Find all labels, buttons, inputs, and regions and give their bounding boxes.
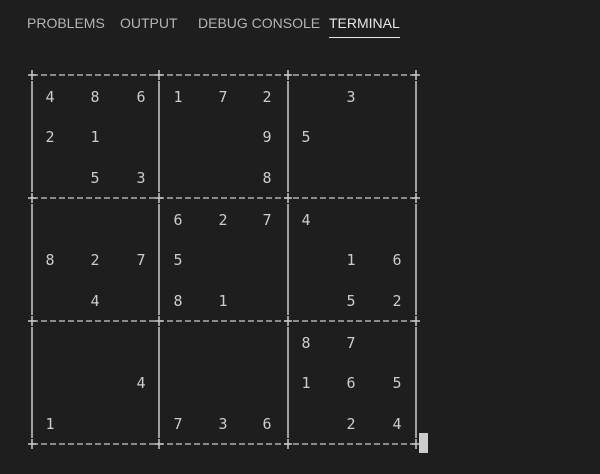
sudoku-cell: 1	[90, 128, 100, 146]
panel-tab-bar: PROBLEMS OUTPUT DEBUG CONSOLE TERMINAL	[0, 0, 600, 44]
sudoku-cell: 6	[262, 415, 272, 433]
sudoku-cell: 3	[136, 169, 146, 187]
tab-output[interactable]: OUTPUT	[120, 14, 178, 36]
sudoku-cell: 2	[45, 128, 55, 146]
sudoku-cell: 4	[136, 374, 146, 392]
sudoku-cell: 2	[346, 415, 356, 433]
sudoku-cell: 5	[301, 128, 311, 146]
sudoku-cell: 1	[45, 415, 55, 433]
terminal-output[interactable]: 4 8 6 1 7 2 3 2 1 9 5 5 3 8 6 2 7 4 8 2 7 5 1 6 4 8 1 5 2 8 7 4 1 6 5 1 7 3 6 2…	[28, 60, 428, 460]
sudoku-cell: 7	[136, 251, 146, 269]
tab-terminal[interactable]: TERMINAL	[329, 14, 400, 38]
sudoku-cell: 9	[262, 128, 272, 146]
tab-label: PROBLEMS	[27, 15, 105, 31]
sudoku-cell: 1	[301, 374, 311, 392]
sudoku-cell: 6	[346, 374, 356, 392]
sudoku-cell: 7	[218, 88, 228, 106]
sudoku-cell: 4	[45, 88, 55, 106]
active-tab-indicator	[329, 37, 400, 38]
sudoku-cell: 4	[90, 292, 100, 310]
terminal-panel: PROBLEMS OUTPUT DEBUG CONSOLE TERMINAL 4…	[0, 0, 600, 474]
sudoku-cell: 2	[90, 251, 100, 269]
tab-problems[interactable]: PROBLEMS	[27, 14, 105, 36]
sudoku-cell: 8	[262, 169, 272, 187]
tab-debug-console[interactable]: DEBUG CONSOLE	[198, 14, 320, 36]
sudoku-cell: 8	[173, 292, 183, 310]
sudoku-cell: 5	[173, 251, 183, 269]
sudoku-cell: 4	[301, 211, 311, 229]
terminal-cursor	[419, 433, 428, 453]
sudoku-cell: 7	[346, 334, 356, 352]
sudoku-cell: 2	[218, 211, 228, 229]
sudoku-cell: 1	[218, 292, 228, 310]
sudoku-cell: 1	[173, 88, 183, 106]
sudoku-cell: 2	[262, 88, 272, 106]
sudoku-cell: 2	[392, 292, 402, 310]
sudoku-cell: 4	[392, 415, 402, 433]
sudoku-cell: 8	[301, 334, 311, 352]
sudoku-cell: 1	[346, 251, 356, 269]
sudoku-cell: 5	[392, 374, 402, 392]
sudoku-cell: 6	[136, 88, 146, 106]
sudoku-cell: 5	[346, 292, 356, 310]
sudoku-cell: 8	[90, 88, 100, 106]
tab-label: OUTPUT	[120, 15, 178, 31]
sudoku-cell: 8	[45, 251, 55, 269]
sudoku-cell: 6	[173, 211, 183, 229]
sudoku-cell: 7	[173, 415, 183, 433]
sudoku-cell: 3	[346, 88, 356, 106]
tab-label: DEBUG CONSOLE	[198, 15, 321, 31]
tab-label: TERMINAL	[329, 15, 400, 31]
sudoku-cell: 3	[218, 415, 228, 433]
sudoku-cell: 6	[392, 251, 402, 269]
sudoku-cell: 7	[262, 211, 272, 229]
sudoku-cell: 5	[90, 169, 100, 187]
